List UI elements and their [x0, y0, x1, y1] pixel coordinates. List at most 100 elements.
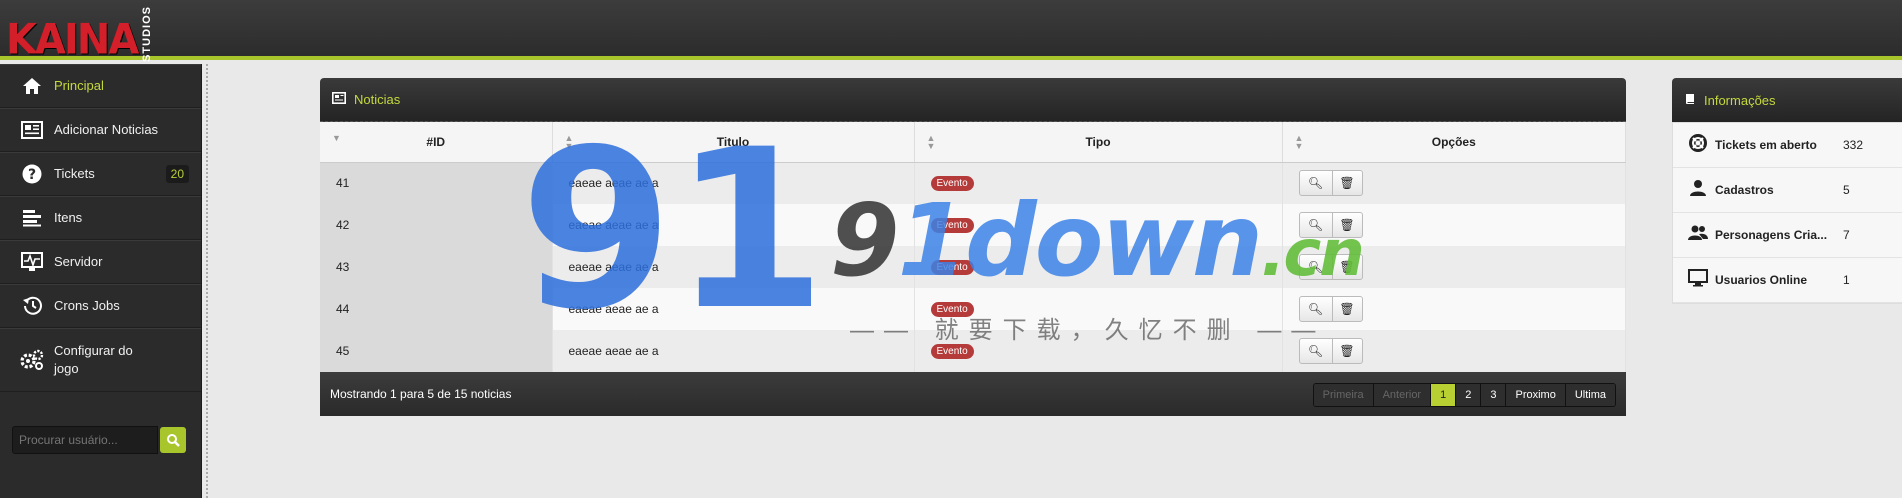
- sidebar-item-tickets[interactable]: ? Tickets 20: [0, 152, 201, 196]
- sidebar-item-label: Adicionar Noticias: [54, 122, 159, 137]
- pager-page-2[interactable]: 2: [1456, 384, 1482, 406]
- table-row: 42 eaeae aeae ae a Evento 🔍︎ 🗑︎: [320, 204, 1626, 246]
- row-actions: 🔍︎ 🗑︎: [1298, 296, 1363, 322]
- home-icon: [20, 76, 44, 96]
- type-badge: Evento: [930, 260, 974, 275]
- view-button[interactable]: 🔍︎: [1300, 213, 1332, 237]
- row-actions: 🔍︎ 🗑︎: [1298, 338, 1363, 364]
- column-header-opcoes[interactable]: ▲ ▼ Opções: [1282, 122, 1626, 163]
- pager-prev-button[interactable]: Anterior: [1373, 384, 1432, 406]
- user-icon: [1687, 179, 1709, 202]
- info-label: Cadastros: [1715, 183, 1774, 197]
- info-label: Tickets em aberto: [1715, 138, 1817, 152]
- search-button[interactable]: [160, 427, 186, 453]
- info-panel-header: Informações: [1672, 78, 1902, 122]
- sidebar-item-label: Servidor: [54, 254, 103, 269]
- pager-page-3[interactable]: 3: [1481, 384, 1507, 406]
- gears-icon: [20, 349, 44, 370]
- row-actions: 🔍︎ 🗑︎: [1298, 170, 1363, 197]
- info-panel-body: Tickets em aberto 332 Cadastros 5 Person…: [1672, 122, 1902, 304]
- svg-text:?: ?: [28, 167, 36, 183]
- sidebar-item-crons-jobs[interactable]: Crons Jobs: [0, 284, 201, 328]
- pager-page-1[interactable]: 1: [1431, 384, 1457, 406]
- column-header-id[interactable]: ▼ #ID: [320, 122, 553, 163]
- info-label: Personagens Cria...: [1715, 228, 1828, 242]
- info-panel: Informações Tickets em aberto 332 Cadast…: [1672, 78, 1902, 304]
- cell-id: 45: [320, 330, 553, 372]
- view-button[interactable]: 🔍︎: [1300, 255, 1332, 279]
- logo-subtext: STUDIOS: [141, 6, 154, 62]
- sort-icon: ▲ ▼: [564, 133, 574, 151]
- column-header-tipo[interactable]: ▲ ▼ Tipo: [914, 122, 1283, 163]
- sidebar-item-label: Itens: [54, 210, 83, 225]
- sort-desc-icon: ▼: [332, 133, 341, 143]
- type-badge: Evento: [930, 176, 974, 192]
- user-search: [12, 426, 186, 454]
- pager-next-button[interactable]: Proximo: [1506, 384, 1566, 406]
- history-icon: [20, 296, 44, 316]
- info-value: 332: [1843, 138, 1864, 152]
- pager-first-button[interactable]: Primeira: [1313, 384, 1374, 406]
- table-row: 41 eaeae aeae ae a Evento 🔍︎ 🗑︎: [320, 162, 1626, 204]
- sidebar-item-configurar-jogo[interactable]: Configurar do jogo: [0, 328, 201, 392]
- tickets-count-badge: 20: [165, 165, 189, 183]
- sort-icon: ▲ ▼: [1294, 133, 1304, 151]
- info-value: 5: [1843, 183, 1850, 197]
- view-button[interactable]: 🔍︎: [1300, 171, 1332, 195]
- info-panel-title: Informações: [1704, 92, 1776, 108]
- monitor-pulse-icon: [20, 252, 44, 272]
- logo[interactable]: KAINA STUDIOS: [6, 6, 154, 63]
- cell-title: eaeae aeae ae a: [552, 288, 915, 330]
- user-search-input[interactable]: [12, 426, 158, 454]
- info-label: Usuarios Online: [1715, 273, 1808, 287]
- pagination: Primeira Anterior 1 2 3 Proximo Ultima: [1312, 383, 1616, 407]
- news-panel: Noticias ▼ #ID ▲ ▼ Titulo ▲ ▼ Tipo ▲ ▼ Opções 4…: [320, 78, 1626, 416]
- cell-id: 44: [320, 288, 553, 330]
- delete-button[interactable]: 🗑︎: [1331, 213, 1362, 237]
- sidebar-item-servidor[interactable]: Servidor: [0, 240, 201, 284]
- news-panel-footer: Mostrando 1 para 5 de 15 noticias Primei…: [320, 372, 1626, 416]
- table-row: 43 eaeae aeae ae a Evento 🔍︎ 🗑︎: [320, 246, 1626, 288]
- sidebar-item-adicionar-noticias[interactable]: Adicionar Noticias: [0, 108, 201, 152]
- news-table: ▼ #ID ▲ ▼ Titulo ▲ ▼ Tipo ▲ ▼ Opções 41 eaeae a…: [320, 122, 1626, 372]
- delete-button[interactable]: 🗑︎: [1331, 339, 1362, 363]
- list-icon: [20, 208, 44, 228]
- cell-title: eaeae aeae ae a: [552, 162, 915, 204]
- sidebar-item-itens[interactable]: Itens: [0, 196, 201, 240]
- sidebar-item-label: Principal: [54, 78, 104, 93]
- top-bar: KAINA STUDIOS: [0, 0, 1902, 63]
- sidebar-item-principal[interactable]: Principal: [0, 64, 201, 108]
- view-button[interactable]: 🔍︎: [1300, 297, 1332, 321]
- news-panel-title: Noticias: [354, 92, 401, 107]
- info-row-cadastros: Cadastros 5: [1673, 168, 1902, 213]
- pagination-info: Mostrando 1 para 5 de 15 noticias: [330, 387, 512, 401]
- sort-icon: ▲ ▼: [926, 133, 936, 151]
- row-actions: 🔍︎ 🗑︎: [1298, 212, 1363, 238]
- cell-id: 43: [320, 246, 553, 288]
- table-row: 44 eaeae aeae ae a Evento 🔍︎ 🗑︎: [320, 288, 1626, 330]
- info-value: 1: [1843, 273, 1850, 287]
- table-row: 45 eaeae aeae ae a Evento 🔍︎ 🗑︎: [320, 330, 1626, 372]
- cell-id: 42: [320, 204, 553, 246]
- cell-id: 41: [320, 162, 553, 204]
- type-badge: Evento: [930, 218, 974, 233]
- sidebar-item-label: Configurar do jogo: [54, 343, 133, 376]
- sidebar-item-label: Crons Jobs: [54, 298, 120, 313]
- view-button[interactable]: 🔍︎: [1300, 339, 1332, 363]
- info-value: 7: [1843, 228, 1850, 242]
- type-badge: Evento: [930, 344, 974, 359]
- delete-button[interactable]: 🗑︎: [1331, 297, 1362, 321]
- book-icon: [1684, 93, 1696, 108]
- row-actions: 🔍︎ 🗑︎: [1298, 254, 1363, 280]
- news-panel-header: Noticias: [320, 78, 1626, 122]
- cell-title: eaeae aeae ae a: [552, 330, 915, 372]
- sidebar-divider: [206, 64, 208, 498]
- lifebuoy-icon: [1687, 133, 1709, 157]
- delete-button[interactable]: 🗑︎: [1331, 255, 1362, 279]
- delete-button[interactable]: 🗑︎: [1331, 171, 1362, 196]
- pager-last-button[interactable]: Ultima: [1565, 384, 1615, 406]
- column-header-titulo[interactable]: ▲ ▼ Titulo: [552, 122, 915, 163]
- newspaper-icon: [332, 92, 346, 107]
- sidebar: Principal Adicionar Noticias ? Tickets 2…: [0, 64, 202, 498]
- sidebar-item-label: Tickets: [54, 166, 95, 181]
